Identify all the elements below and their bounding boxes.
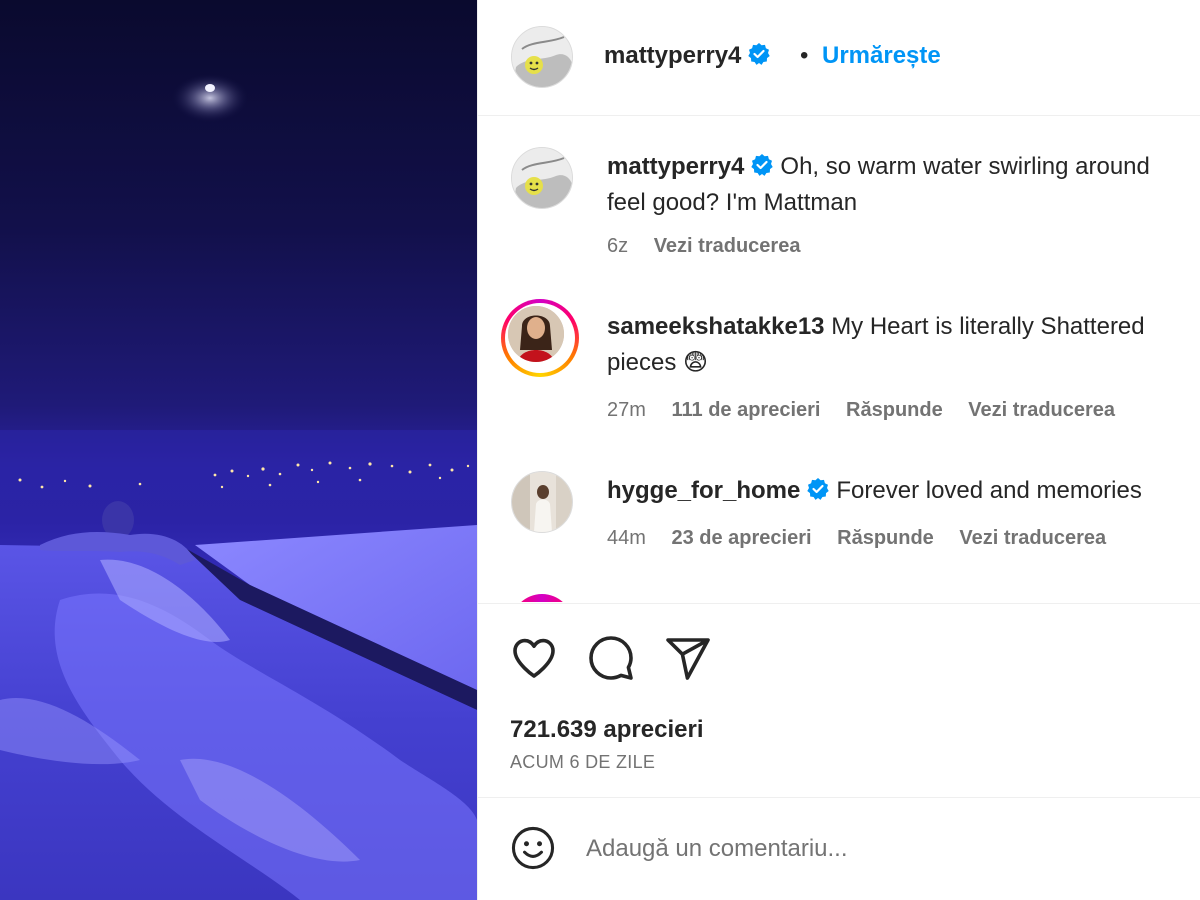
comment-likes[interactable]: 23 de aprecieri	[671, 527, 811, 549]
comment-time[interactable]: 27m	[607, 399, 646, 421]
story-ring[interactable]	[511, 594, 573, 602]
commenter-avatar	[508, 306, 564, 362]
comment-likes[interactable]: 111 de aprecieri	[671, 399, 820, 421]
translate-link[interactable]: Vezi traducerea	[959, 527, 1106, 549]
post-details-panel: mattyperry4 • Urmărește mattyperry4 Oh, s…	[477, 0, 1200, 900]
caption-meta: 6z Vezi traducerea	[607, 235, 820, 258]
header-separator: •	[800, 42, 809, 69]
translate-link[interactable]: Vezi traducerea	[968, 399, 1115, 421]
avatar-image	[512, 148, 572, 208]
caption-body-line2: feel good? I'm Mattman	[607, 189, 858, 216]
reply-button[interactable]: Răspunde	[837, 527, 934, 549]
comment-text: hygge_for_home Forever loved and memories	[607, 473, 1142, 509]
comment-username[interactable]: hygge_for_home	[607, 477, 800, 504]
caption-body-line1: Oh, so warm water swirling around	[780, 153, 1150, 180]
emoji-icon[interactable]	[510, 825, 556, 871]
comments-list[interactable]: mattyperry4 Oh, so warm water swirling ar…	[478, 117, 1200, 602]
comment-icon[interactable]	[587, 634, 635, 682]
avatar-image	[512, 27, 572, 87]
comment-input[interactable]	[586, 829, 1146, 869]
comment-meta: 44m 23 de aprecieri Răspunde Vezi traduc…	[607, 527, 1126, 550]
post-media[interactable]	[0, 0, 477, 900]
comment-meta: 27m 111 de aprecieri Răspunde Vezi tradu…	[607, 399, 1135, 422]
commenter-avatar[interactable]	[511, 471, 573, 533]
heart-icon[interactable]	[510, 634, 558, 682]
caption-text: mattyperry4 Oh, so warm water swirling ar…	[607, 149, 1150, 221]
comment-text: sameekshatakke13 My Heart is literally S…	[607, 309, 1145, 381]
caption-time[interactable]: 6z	[607, 235, 628, 257]
caption-translate-link[interactable]: Vezi traducerea	[654, 235, 801, 257]
comment-body-line1: Forever loved and memories	[836, 477, 1142, 504]
reply-button[interactable]: Răspunde	[846, 399, 943, 421]
post-photo	[0, 74, 477, 900]
post-header: mattyperry4 • Urmărește	[478, 0, 1200, 116]
follow-button[interactable]: Urmărește	[822, 42, 941, 70]
author-avatar[interactable]	[511, 26, 573, 88]
caption-avatar[interactable]	[511, 147, 573, 209]
comment-username[interactable]: sameekshatakke13	[607, 313, 825, 340]
post-actions: 721.639 aprecieri ACUM 6 DE ZILE	[478, 603, 1200, 798]
moon	[172, 74, 248, 122]
avatar-image	[512, 472, 572, 532]
caption-username[interactable]: mattyperry4	[607, 153, 744, 180]
comment-time[interactable]: 44m	[607, 527, 646, 549]
author-username[interactable]: mattyperry4	[604, 42, 771, 70]
avatar-image	[508, 306, 564, 362]
comment-body-line1: My Heart is literally Shattered	[831, 313, 1145, 340]
post-date[interactable]: ACUM 6 DE ZILE	[510, 752, 655, 773]
share-icon[interactable]	[664, 634, 712, 682]
comment-composer	[478, 799, 1200, 900]
story-ring[interactable]	[501, 299, 579, 377]
comment-body-line2: pieces 😨	[607, 349, 709, 376]
author-username-text[interactable]: mattyperry4	[604, 42, 741, 69]
verified-badge-icon	[751, 154, 774, 176]
verified-badge-icon	[748, 43, 771, 65]
verified-badge-icon	[807, 478, 830, 500]
likes-count[interactable]: 721.639 aprecieri	[510, 716, 704, 744]
